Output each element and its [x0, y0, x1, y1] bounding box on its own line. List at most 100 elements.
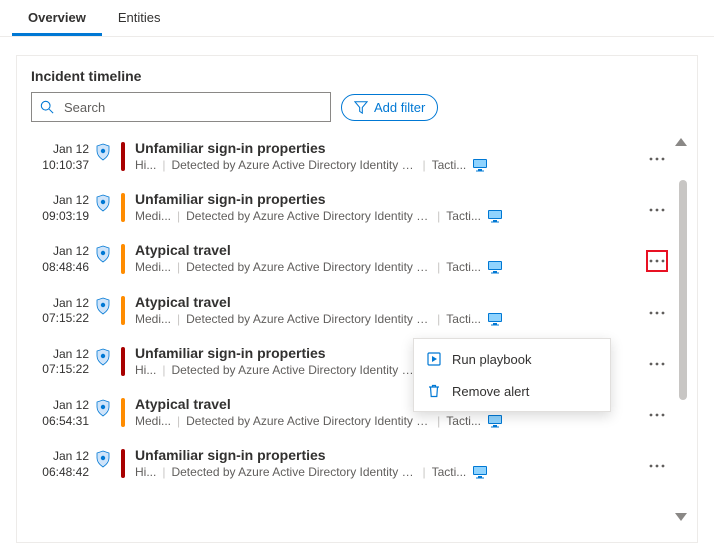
row-subtitle: Medi... | Detected by Azure Active Direc…: [135, 312, 645, 326]
filter-icon: [354, 100, 368, 114]
row-content: Atypical travel Medi... | Detected by Az…: [135, 242, 645, 274]
divider: |: [177, 312, 180, 326]
row-timestamp: Jan 12 07:15:22: [31, 345, 89, 378]
tab-entities[interactable]: Entities: [102, 0, 177, 36]
row-detected-by: Detected by Azure Active Directory Ident…: [186, 312, 431, 326]
incident-timeline-panel: Incident timeline Add filter Jan 12 10:1…: [16, 55, 698, 543]
more-icon: [649, 259, 665, 263]
shield-icon: [95, 450, 111, 468]
row-subtitle: Medi... | Detected by Azure Active Direc…: [135, 209, 645, 223]
scroll-down-arrow[interactable]: [675, 513, 687, 521]
row-date: Jan 12: [31, 244, 89, 260]
scrollbar-thumb[interactable]: [679, 180, 687, 400]
row-time: 09:03:19: [31, 209, 89, 225]
row-timestamp: Jan 12 06:48:42: [31, 447, 89, 480]
tab-overview[interactable]: Overview: [12, 0, 102, 36]
menu-remove-alert[interactable]: Remove alert: [414, 375, 610, 407]
more-button[interactable]: [646, 455, 668, 477]
menu-run-playbook[interactable]: Run playbook: [414, 343, 610, 375]
row-type-icon: [89, 140, 117, 161]
timeline-row[interactable]: Jan 12 07:15:22 Atypical travel Medi... …: [31, 286, 669, 337]
row-subtitle: Medi... | Detected by Azure Active Direc…: [135, 260, 645, 274]
severity-bar: [121, 347, 125, 376]
add-filter-button[interactable]: Add filter: [341, 94, 438, 121]
row-tactics: Tacti...: [446, 312, 481, 326]
row-severity-label: Medi...: [135, 260, 171, 274]
monitor-icon: [487, 312, 503, 326]
row-timestamp: Jan 12 07:15:22: [31, 294, 89, 327]
row-actions: [645, 140, 669, 170]
row-type-icon: [89, 345, 117, 366]
more-button[interactable]: [646, 148, 668, 170]
row-detected-by: Detected by Azure Active Directory Ident…: [186, 260, 431, 274]
panel-title: Incident timeline: [17, 56, 697, 92]
row-title: Unfamiliar sign-in properties: [135, 447, 645, 463]
row-actions: [645, 191, 669, 221]
timeline-row[interactable]: Jan 12 08:48:46 Atypical travel Medi... …: [31, 234, 669, 285]
divider: |: [422, 158, 425, 172]
more-icon: [649, 208, 665, 212]
more-button[interactable]: [646, 353, 668, 375]
search-box[interactable]: [31, 92, 331, 122]
severity-bar: [121, 398, 125, 427]
row-date: Jan 12: [31, 347, 89, 363]
playbook-icon: [426, 351, 442, 367]
shield-icon: [95, 194, 111, 212]
timeline-row[interactable]: Jan 12 09:03:19 Unfamiliar sign-in prope…: [31, 183, 669, 234]
timeline-row[interactable]: Jan 12 10:10:37 Unfamiliar sign-in prope…: [31, 132, 669, 183]
divider: |: [177, 260, 180, 274]
more-button[interactable]: [646, 199, 668, 221]
monitor-icon: [472, 465, 488, 479]
more-button[interactable]: [646, 302, 668, 324]
row-timestamp: Jan 12 10:10:37: [31, 140, 89, 173]
monitor-icon: [487, 260, 503, 274]
more-button[interactable]: [646, 404, 668, 426]
severity-bar: [121, 296, 125, 325]
row-content: Unfamiliar sign-in properties Hi... | De…: [135, 140, 645, 172]
timeline-list: Jan 12 10:10:37 Unfamiliar sign-in prope…: [17, 132, 697, 527]
row-timestamp: Jan 12 06:54:31: [31, 396, 89, 429]
menu-remove-alert-label: Remove alert: [452, 384, 529, 399]
row-tactics: Tacti...: [446, 209, 481, 223]
row-date: Jan 12: [31, 449, 89, 465]
shield-icon: [95, 399, 111, 417]
search-input[interactable]: [62, 99, 322, 116]
row-type-icon: [89, 396, 117, 417]
row-title: Unfamiliar sign-in properties: [135, 191, 645, 207]
row-type-icon: [89, 447, 117, 468]
more-icon: [649, 464, 665, 468]
add-filter-label: Add filter: [374, 100, 425, 115]
row-type-icon: [89, 242, 117, 263]
divider: |: [437, 312, 440, 326]
row-severity-label: Hi...: [135, 363, 156, 377]
divider: |: [162, 465, 165, 479]
row-tactics: Tacti...: [446, 260, 481, 274]
more-button[interactable]: [646, 250, 668, 272]
divider: |: [162, 363, 165, 377]
shield-icon: [95, 348, 111, 366]
more-icon: [649, 311, 665, 315]
row-tactics: Tacti...: [446, 414, 481, 428]
row-content: Atypical travel Medi... | Detected by Az…: [135, 294, 645, 326]
row-detected-by: Detected by Azure Active Directory Ident…: [171, 465, 416, 479]
row-detected-by: Detected by Azure Active Directory Ident…: [171, 363, 416, 377]
row-severity-label: Hi...: [135, 465, 156, 479]
shield-icon: [95, 297, 111, 315]
row-content: Unfamiliar sign-in properties Medi... | …: [135, 191, 645, 223]
timeline-row[interactable]: Jan 12 06:48:42 Unfamiliar sign-in prope…: [31, 439, 669, 490]
divider: |: [437, 260, 440, 274]
row-severity-label: Hi...: [135, 158, 156, 172]
row-detected-by: Detected by Azure Active Directory Ident…: [186, 414, 431, 428]
divider: |: [437, 414, 440, 428]
divider: |: [422, 465, 425, 479]
row-date: Jan 12: [31, 193, 89, 209]
filter-row: Add filter: [17, 92, 697, 132]
row-actions: [645, 294, 669, 324]
row-timestamp: Jan 12 08:48:46: [31, 242, 89, 275]
row-tactics: Tacti...: [432, 465, 467, 479]
scroll-up-arrow[interactable]: [675, 138, 687, 146]
monitor-icon: [472, 158, 488, 172]
more-icon: [649, 413, 665, 417]
severity-bar: [121, 244, 125, 273]
severity-bar: [121, 193, 125, 222]
